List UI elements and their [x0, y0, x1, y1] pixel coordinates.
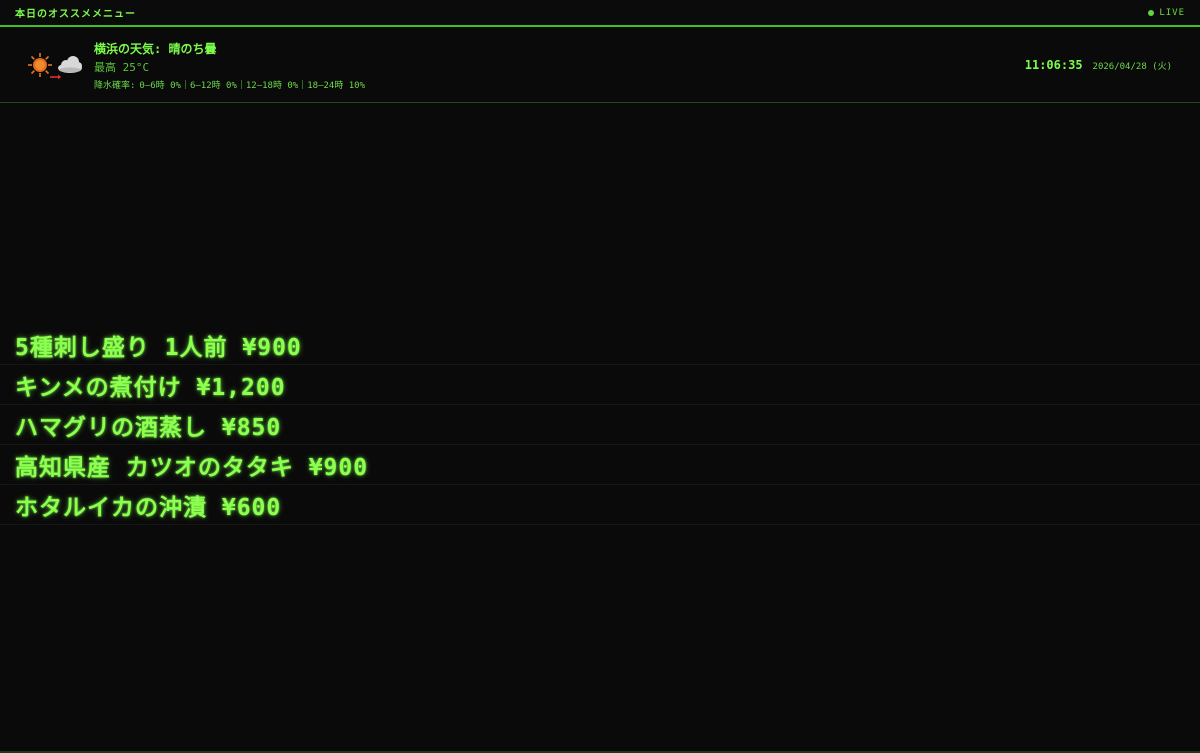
- menu-item: ホタルイカの沖漬 ¥600: [0, 485, 1200, 525]
- live-indicator: LIVE: [1148, 8, 1185, 18]
- weather-high-temp: 最高 25°C: [94, 61, 150, 74]
- clock: 11:06:35 2026/04/28 (火): [1025, 58, 1172, 72]
- sun-and-cloud-icon: [28, 53, 82, 80]
- menu-list: 5種刺し盛り 1人前 ¥900 キンメの煮付け ¥1,200 ハマグリの酒蒸し …: [0, 325, 1200, 525]
- menu-item: キンメの煮付け ¥1,200: [0, 365, 1200, 405]
- menu-item: 高知県産 カツオのタタキ ¥900: [0, 445, 1200, 485]
- clock-time: 11:06:35: [1024, 58, 1083, 72]
- rain-slot: 12–18時 0%: [245, 81, 299, 91]
- menu-item: ハマグリの酒蒸し ¥850: [0, 405, 1200, 445]
- live-label: LIVE: [1159, 7, 1185, 18]
- menu-item: 5種刺し盛り 1人前 ¥900: [0, 325, 1200, 365]
- rain-label: 降水確率:: [94, 81, 136, 91]
- rain-slot: 18–24時 10%: [307, 81, 366, 91]
- top-bar: 本日のオススメメニュー LIVE: [0, 0, 1200, 27]
- clock-date: 2026/04/28 (火): [1092, 62, 1172, 72]
- rain-slot: 0–6時 0%: [139, 81, 181, 91]
- rain-slot: 6–12時 0%: [189, 81, 237, 91]
- divider: [240, 80, 242, 89]
- divider: [184, 80, 186, 89]
- weather-panel: 横浜の天気: 晴のち曇 最高 25°C 降水確率: 0–6時 0% 6–12時 …: [0, 29, 1200, 103]
- rain-probability: 降水確率: 0–6時 0% 6–12時 0% 12–18時 0% 18–24時 …: [94, 78, 365, 91]
- page-title: 本日のオススメメニュー: [15, 9, 136, 20]
- weather-title: 横浜の天気: 晴のち曇: [94, 42, 217, 56]
- weather-info: 横浜の天気: 晴のち曇 最高 25°C 降水確率: 0–6時 0% 6–12時 …: [94, 40, 365, 91]
- live-dot-icon: [1148, 9, 1155, 16]
- divider: [302, 80, 304, 89]
